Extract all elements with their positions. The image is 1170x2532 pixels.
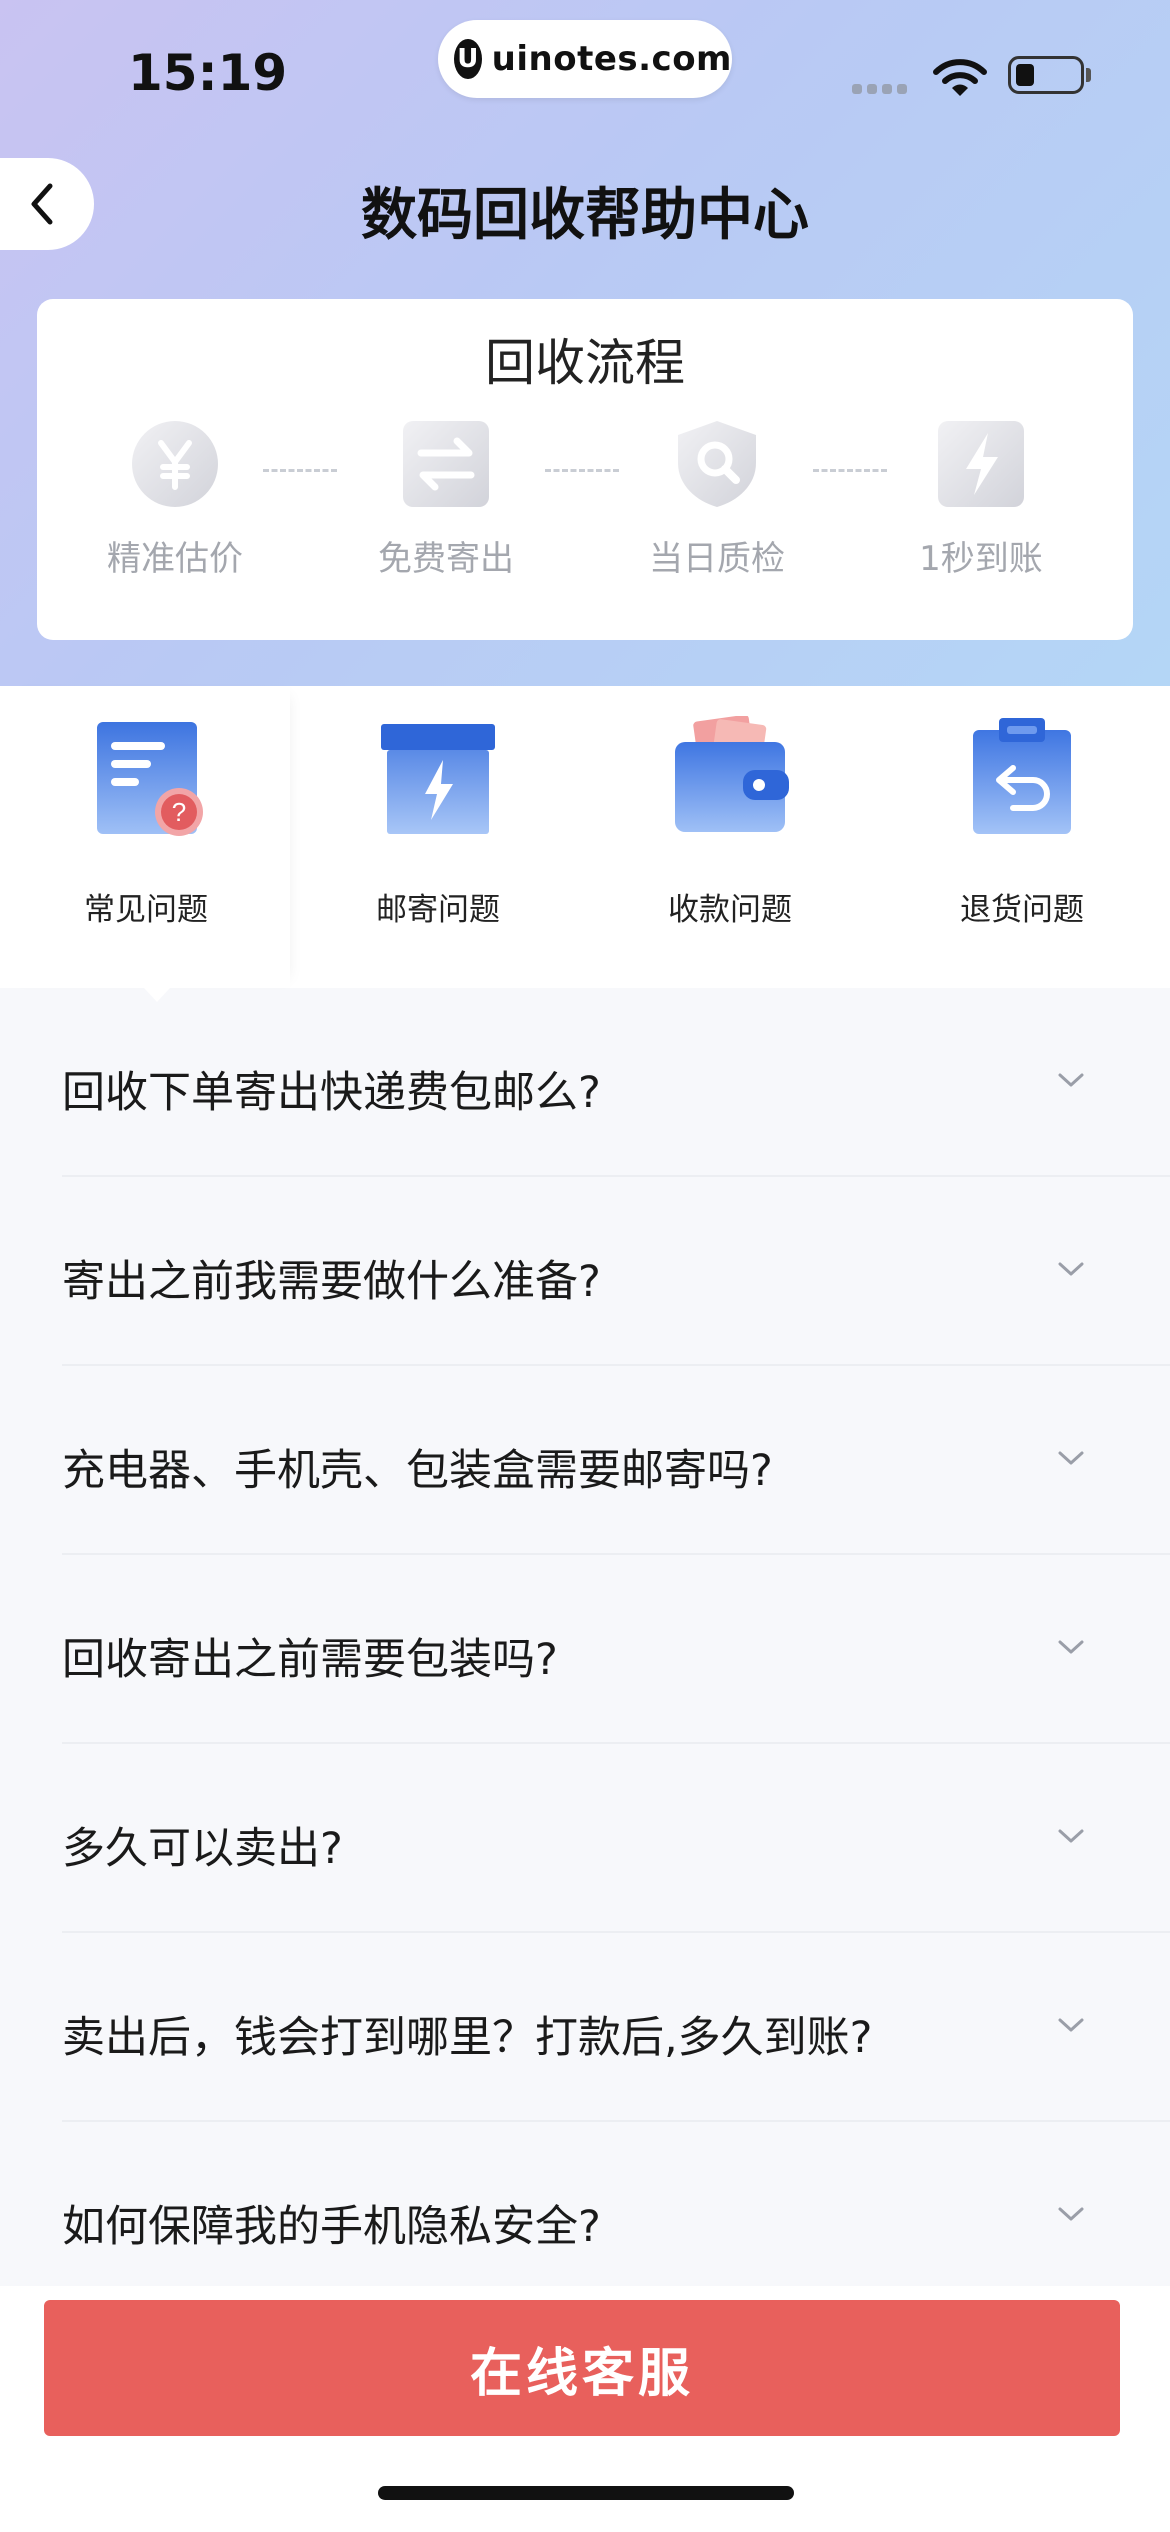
category-label: 常见问题 <box>84 892 208 928</box>
process-step: 精准估价 <box>65 419 285 580</box>
chevron-down-icon <box>1058 1262 1084 1276</box>
return-clipboard-icon <box>973 718 1071 834</box>
category-label: 退货问题 <box>960 892 1084 928</box>
process-title: 回收流程 <box>485 334 685 392</box>
watermark-text: uinotes.com <box>491 39 732 79</box>
document-question-icon: ? <box>97 722 203 836</box>
home-indicator <box>378 2486 794 2500</box>
process-step: 免费寄出 <box>336 419 556 580</box>
shield-search-icon <box>678 421 756 507</box>
cellular-signal-icon <box>852 84 907 94</box>
chevron-down-icon <box>1058 2207 1084 2221</box>
process-step-label: 免费寄出 <box>378 539 514 579</box>
category-tab-payment[interactable]: 收款问题 <box>584 714 876 929</box>
faq-question: 充电器、手机壳、包装盒需要邮寄吗? <box>62 1446 773 1496</box>
category-tabs: ? 常见问题 邮寄问题 收款问题 退货问题 <box>0 686 1170 988</box>
faq-question: 如何保障我的手机隐私安全? <box>62 2202 601 2252</box>
process-step-label: 1秒到账 <box>919 539 1043 579</box>
box-lightning-icon <box>381 724 495 834</box>
recycle-process-card: 回收流程 精准估价 免费寄出 当日质检 1秒到账 <box>37 299 1133 640</box>
wifi-icon <box>933 59 987 96</box>
faq-item[interactable]: 寄出之前我需要做什么准备? <box>62 1177 1170 1366</box>
wallet-icon <box>675 714 789 832</box>
exchange-arrows-icon <box>403 421 489 507</box>
status-time: 15:19 <box>128 44 288 102</box>
page-title: 数码回收帮助中心 <box>361 183 809 248</box>
svg-text:?: ? <box>172 797 186 827</box>
chevron-down-icon <box>1058 1073 1084 1087</box>
process-step: 当日质检 <box>607 419 827 580</box>
faq-item[interactable]: 如何保障我的手机隐私安全? <box>62 2122 1170 2311</box>
chevron-down-icon <box>1058 1451 1084 1465</box>
category-label: 收款问题 <box>668 892 792 928</box>
faq-item[interactable]: 充电器、手机壳、包装盒需要邮寄吗? <box>62 1366 1170 1555</box>
faq-question: 回收下单寄出快递费包邮么? <box>62 1068 601 1118</box>
yen-coin-icon <box>132 421 218 507</box>
chevron-down-icon <box>1058 1829 1084 1843</box>
faq-item[interactable]: 卖出后，钱会打到哪里？打款后,多久到账? <box>62 1933 1170 2122</box>
process-step-label: 精准估价 <box>107 539 243 579</box>
faq-item[interactable]: 回收下单寄出快递费包邮么? <box>62 988 1170 1177</box>
faq-item[interactable]: 多久可以卖出? <box>62 1744 1170 1933</box>
faq-question: 卖出后，钱会打到哪里？打款后,多久到账? <box>62 2013 873 2063</box>
battery-cap <box>1086 68 1091 82</box>
faq-list: 回收下单寄出快递费包邮么? 寄出之前我需要做什么准备? 充电器、手机壳、包装盒需要邮… <box>0 988 1170 2311</box>
watermark-logo-icon: U <box>454 39 482 79</box>
faq-question: 寄出之前我需要做什么准备? <box>62 1257 601 1307</box>
chevron-down-icon <box>1058 1640 1084 1654</box>
category-label: 邮寄问题 <box>376 892 500 928</box>
faq-question: 多久可以卖出? <box>62 1824 343 1874</box>
watermark-pill: U uinotes.com <box>438 20 732 98</box>
category-tab-common[interactable]: ? 常见问题 <box>0 716 292 929</box>
faq-question: 回收寄出之前需要包装吗? <box>62 1635 558 1685</box>
category-tab-return[interactable]: 退货问题 <box>876 716 1168 929</box>
battery-icon <box>1008 56 1084 94</box>
process-step: 1秒到账 <box>871 419 1091 580</box>
lightning-icon <box>938 421 1024 507</box>
process-step-label: 当日质检 <box>649 539 785 579</box>
chevron-down-icon <box>1058 2018 1084 2032</box>
step-connector <box>263 469 337 472</box>
online-service-button[interactable]: 在线客服 <box>44 2300 1120 2436</box>
category-tab-shipping[interactable]: 邮寄问题 <box>292 716 584 929</box>
faq-item[interactable]: 回收寄出之前需要包装吗? <box>62 1555 1170 1744</box>
